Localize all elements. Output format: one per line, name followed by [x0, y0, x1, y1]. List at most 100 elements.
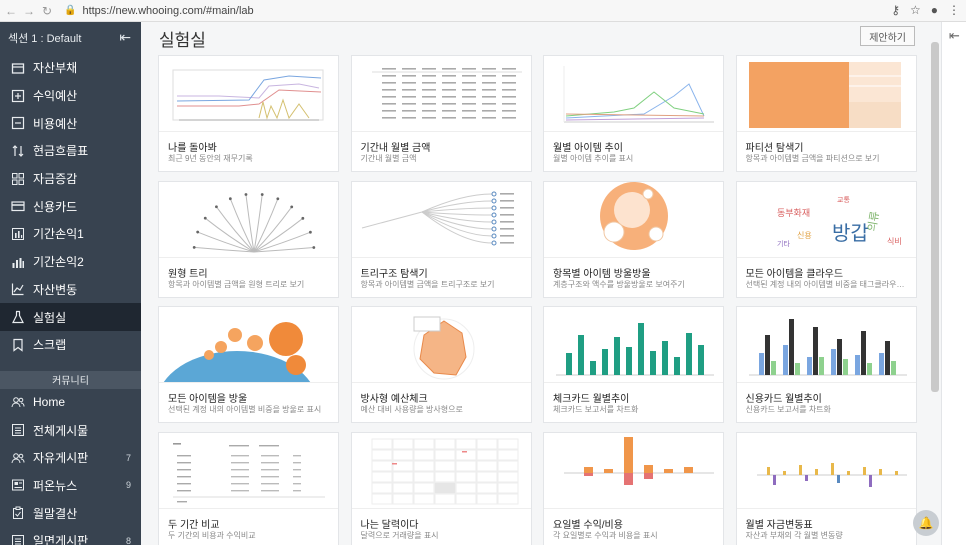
- sidebar-item[interactable]: 월말결산: [0, 499, 141, 527]
- menu-icon[interactable]: ⋮: [948, 3, 960, 17]
- lab-card[interactable]: 월별 아이템 추이 월별 아이템 추이를 표시: [543, 55, 724, 172]
- card-description: 월별 아이템 추이를 표시: [553, 154, 634, 163]
- sidebar-item[interactable]: 자유게시판 7: [0, 444, 141, 472]
- lab-card[interactable]: 트리구조 탐색기 항목과 아이템별 금액을 트리구조로 보기: [350, 180, 532, 298]
- svg-text:식비: 식비: [887, 237, 902, 246]
- forward-icon[interactable]: →: [22, 4, 36, 18]
- lab-card[interactable]: 동부화재 방갑 의류 신용 기타 교통 식비 모든 아이템을 클라우드 선택된 계정 내의 아이…: [735, 180, 917, 298]
- lab-card[interactable]: 항목별 아이템 방울방울 계층구조와 액수를 방울방울로 보여주기: [543, 180, 724, 298]
- sidebar-item[interactable]: 기간손익2: [0, 248, 141, 276]
- card-thumbnail: [159, 56, 338, 132]
- page-title: 실험실: [159, 31, 206, 50]
- svg-text:방갑: 방갑: [832, 222, 869, 245]
- bookmark-icon: [10, 337, 25, 352]
- card-description: 예산 대비 사용량을 방사형으로: [360, 405, 463, 414]
- unread-count: 9: [125, 480, 131, 491]
- sidebar-item-label: 자산변동: [33, 282, 78, 297]
- lab-card[interactable]: 신용카드 월별추이 신용카드 보고서를 차트화: [735, 306, 917, 423]
- flask-icon: [10, 310, 25, 325]
- card-title: 원형 트리: [168, 268, 208, 280]
- lab-card[interactable]: 기간내 월별 금액 기간내 월별 금액: [350, 55, 532, 172]
- account-icon[interactable]: ●: [931, 3, 938, 17]
- sidebar-item-label: 현금흐름표: [33, 144, 89, 159]
- card-title: 나는 달력이다: [360, 519, 419, 531]
- lab-card[interactable]: 나를 돌아봐 최근 9년 동안의 재무기록: [158, 55, 339, 172]
- card-title: 모든 아이템을 방울: [168, 394, 248, 405]
- card-thumbnail: [159, 433, 338, 509]
- card-title: 신용카드 월별추이: [745, 394, 822, 405]
- sidebar-item[interactable]: 자산변동: [0, 276, 141, 304]
- sidebar-item[interactable]: 현금흐름표: [0, 137, 141, 165]
- suggest-button[interactable]: 제안하기: [860, 26, 915, 46]
- star-icon[interactable]: ☆: [910, 3, 921, 17]
- card-description: 각 요일별로 수익과 비용을 표시: [553, 530, 658, 540]
- card-title: 월별 아이템 추이: [553, 143, 623, 154]
- card-description: 최근 9년 동안의 재무기록: [168, 154, 253, 163]
- lab-card[interactable]: 체크카드 월별추이 체크카드 보고서를 차트화: [543, 306, 724, 423]
- card-title: 파티션 탐색기: [745, 143, 804, 154]
- lab-card[interactable]: 두 기간 비교 두 기간의 비용과 수익비교: [158, 431, 339, 545]
- card-description: 자산과 부채의 각 월별 변동량: [745, 530, 843, 540]
- reload-icon[interactable]: ↻: [40, 4, 54, 18]
- sidebar-item[interactable]: 일면게시판 8: [0, 527, 141, 545]
- sidebar-item[interactable]: 신용카드: [0, 192, 141, 220]
- card-title: 모든 아이템을 클라우드: [745, 268, 844, 280]
- lab-card[interactable]: 원형 트리 항목과 아이템별 금액을 원형 트리로 보기: [158, 180, 339, 298]
- users-icon: [10, 450, 25, 465]
- bar-chart-icon: [10, 226, 25, 241]
- card-title: 월별 자금변동표: [745, 519, 813, 531]
- card-description: 두 기간의 비용과 수익비교: [168, 530, 256, 540]
- sidebar-item-label: 실험실: [33, 310, 67, 325]
- lab-card[interactable]: 월별 자금변동표 자산과 부채의 각 월별 변동량: [735, 431, 917, 545]
- lab-card[interactable]: 모든 아이템을 방울 선택된 계정 내의 아이템별 비중을 방울로 표시: [158, 306, 339, 423]
- card-description: 선택된 계정 내의 아이템별 비중을 방울로 표시: [168, 405, 322, 414]
- community-header: 커뮤니티: [0, 370, 141, 389]
- newspaper-icon: [10, 478, 25, 493]
- key-icon[interactable]: ⚷: [891, 3, 900, 17]
- unread-count: 7: [125, 452, 131, 463]
- lock-icon: 🔒: [64, 5, 77, 16]
- bar-chart-2-icon: [10, 254, 25, 269]
- sidebar-item-label: 기간손익1: [33, 227, 84, 242]
- sidebar-item-label: 전체게시물: [33, 423, 89, 438]
- lab-card[interactable]: 나는 달력이다 달력으로 거래량을 표시: [350, 431, 532, 545]
- sidebar-item[interactable]: 실험실: [0, 303, 141, 331]
- card-title: 요일별 수익/비용: [553, 519, 623, 531]
- address-bar[interactable]: https://new.whooing.com/#main/lab: [82, 5, 253, 17]
- sidebar-item[interactable]: 수익예산: [0, 82, 141, 110]
- sidebar-item[interactable]: Home: [0, 389, 141, 417]
- clipboard-icon: [10, 506, 25, 521]
- svg-text:기타: 기타: [777, 239, 790, 248]
- collapse-sidebar-icon[interactable]: ⇤: [119, 29, 131, 46]
- card-thumbnail: [351, 307, 531, 383]
- card-title: 트리구조 탐색기: [360, 268, 428, 280]
- lab-card[interactable]: 파티션 탐색기 항목과 아이템별 금액을 파티션으로 보기: [735, 55, 917, 172]
- card-description: 계층구조와 액수를 방울방울로 보여주기: [553, 279, 685, 289]
- card-thumbnail: [159, 182, 338, 258]
- lab-card[interactable]: 방사형 예산체크 예산 대비 사용량을 방사형으로: [350, 306, 532, 423]
- list-icon: [10, 533, 25, 545]
- card-title: 방사형 예산체크: [360, 394, 428, 405]
- lab-card[interactable]: 요일별 수익/비용 각 요일별로 수익과 비용을 표시: [543, 431, 724, 545]
- card-thumbnail: 동부화재 방갑 의류 신용 기타 교통 식비: [736, 182, 916, 258]
- sidebar-item[interactable]: 퍼온뉴스 9: [0, 472, 141, 500]
- expand-panel-icon[interactable]: ⇤: [949, 28, 960, 44]
- sidebar: 섹션 1 : Default ⇤ 자산부채 수익예산 비용예산현금흐름표자금증감 신용…: [0, 22, 141, 545]
- card-thumbnail: [544, 181, 723, 258]
- sidebar-item[interactable]: 자금증감: [0, 165, 141, 193]
- section-selector[interactable]: 섹션 1 : Default ⇤: [0, 22, 141, 54]
- sidebar-item[interactable]: 스크랩: [0, 331, 141, 359]
- scrollbar[interactable]: [931, 42, 939, 392]
- sidebar-item-label: 기간손익2: [33, 255, 84, 270]
- sidebar-item[interactable]: 비용예산: [0, 109, 141, 137]
- minus-square-icon: [10, 116, 25, 131]
- svg-text:교통: 교통: [837, 196, 850, 204]
- back-icon[interactable]: ←: [4, 4, 18, 18]
- card-description: 항목과 아이템별 금액을 파티션으로 보기: [745, 154, 880, 163]
- card-thumbnail: [544, 56, 723, 132]
- bell-icon[interactable]: 🔔: [913, 510, 939, 536]
- card-description: 달력으로 거래량을 표시: [360, 530, 439, 540]
- sidebar-item[interactable]: 자산부채: [0, 54, 141, 82]
- sidebar-item[interactable]: 기간손익1: [0, 220, 141, 248]
- sidebar-item[interactable]: 전체게시물: [0, 416, 141, 444]
